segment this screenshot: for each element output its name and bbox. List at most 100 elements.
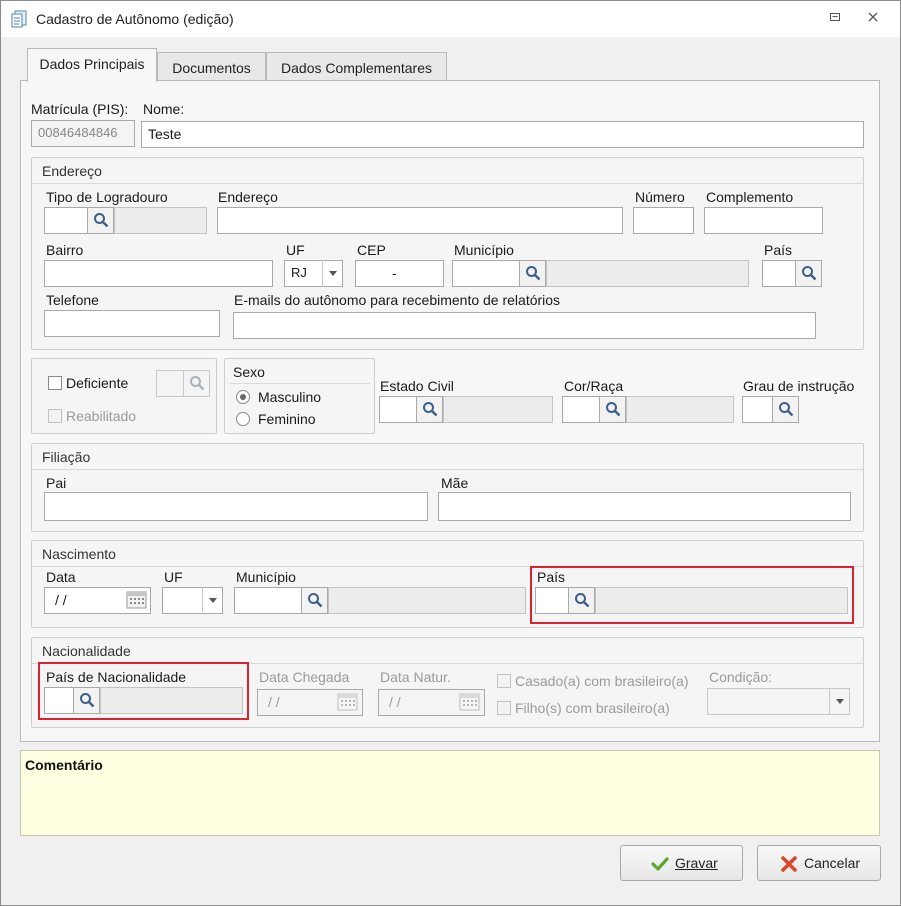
feminino-radio[interactable] [236, 412, 250, 426]
telefone-input[interactable] [44, 310, 220, 337]
pais-code-input[interactable] [762, 260, 796, 287]
cor-raca-code-input[interactable] [562, 396, 600, 423]
tab-documentos[interactable]: Documentos [157, 52, 266, 82]
search-icon [308, 593, 323, 608]
mae-label: Mãe [441, 475, 469, 491]
casado-brasileiro-checkbox[interactable] [497, 674, 511, 688]
gravar-button[interactable]: Gravar [620, 845, 743, 881]
grau-instrucao-code-input[interactable] [742, 396, 773, 423]
telefone-label: Telefone [46, 292, 99, 308]
tipo-logradouro-lookup-button[interactable] [87, 207, 114, 234]
nascimento-municipio-label: Município [236, 569, 296, 585]
feminino-label: Feminino [258, 411, 316, 427]
tipo-logradouro-code-input[interactable] [44, 207, 88, 234]
comment-area[interactable]: Comentário [20, 750, 880, 836]
filhos-brasileiro-checkbox[interactable] [497, 701, 511, 715]
data-chegada-label: Data Chegada [259, 669, 350, 685]
nascimento-municipio-code-input[interactable] [234, 587, 302, 614]
uf-label: UF [286, 242, 305, 258]
nascimento-pais-lookup-button[interactable] [568, 587, 595, 614]
search-icon [80, 693, 95, 708]
calendar-icon[interactable] [337, 692, 359, 712]
nome-label: Nome: [143, 101, 185, 117]
bairro-label: Bairro [46, 242, 84, 258]
mae-input[interactable] [438, 492, 851, 521]
pais-lookup-button[interactable] [795, 260, 822, 287]
grau-instrucao-label: Grau de instrução [743, 378, 855, 394]
cancelar-label: Cancelar [804, 855, 861, 871]
reabilitado-label: Reabilitado [66, 408, 137, 424]
deficiencia-lookup-button[interactable] [183, 370, 210, 397]
search-icon [423, 402, 438, 417]
cep-input[interactable]: - [355, 260, 444, 287]
close-button[interactable] [865, 11, 881, 27]
condicao-dropdown-arrow-icon[interactable] [829, 688, 849, 715]
filiacao-group-title: Filiação [32, 444, 863, 470]
matricula-field[interactable]: 00846484846 [31, 120, 135, 147]
restore-button[interactable] [827, 11, 843, 27]
uf-selected-value: RJ [291, 265, 307, 280]
endereco-input[interactable] [217, 207, 623, 234]
cep-label: CEP [357, 242, 386, 258]
search-icon [606, 402, 621, 417]
data-natur-label: Data Natur. [380, 669, 451, 685]
nascimento-pais-label: País [537, 569, 566, 585]
nascimento-uf-label: UF [164, 569, 183, 585]
filhos-brasileiro-label: Filho(s) com brasileiro(a) [515, 700, 670, 716]
emails-label: E-mails do autônomo para recebimento de … [234, 292, 561, 308]
cor-raca-desc-field [626, 396, 734, 423]
search-icon [94, 213, 109, 228]
app-document-icon [11, 10, 27, 28]
deficiente-checkbox[interactable] [48, 376, 62, 390]
tipo-logradouro-label: Tipo de Logradouro [46, 189, 168, 205]
grau-instrucao-lookup-button[interactable] [772, 396, 799, 423]
nome-input[interactable]: Teste [141, 121, 864, 148]
municipio-code-input[interactable] [452, 260, 520, 287]
cancelar-button[interactable]: Cancelar [757, 845, 881, 881]
estado-civil-label: Estado Civil [380, 378, 454, 394]
tab-dados-principais[interactable]: Dados Principais [27, 48, 157, 82]
pais-label: País [764, 242, 793, 258]
estado-civil-lookup-button[interactable] [416, 396, 443, 423]
cor-raca-label: Cor/Raça [564, 378, 624, 394]
pais-nacionalidade-lookup-button[interactable] [73, 687, 100, 714]
nascimento-uf-dropdown-arrow-icon[interactable] [202, 587, 222, 614]
reabilitado-checkbox[interactable] [48, 409, 62, 423]
nascimento-data-label: Data [46, 569, 76, 585]
masculino-radio[interactable] [236, 390, 250, 404]
search-icon [779, 402, 794, 417]
calendar-icon[interactable] [126, 590, 148, 610]
uf-dropdown-arrow-icon[interactable] [322, 260, 342, 287]
tipo-logradouro-desc-field [114, 207, 207, 234]
casado-brasileiro-label: Casado(a) com brasileiro(a) [515, 673, 689, 689]
title-bar: Cadastro de Autônomo (edição) [1, 1, 900, 37]
pais-nacionalidade-label: País de Nacionalidade [46, 669, 187, 685]
pai-input[interactable] [44, 492, 428, 521]
search-icon [802, 266, 817, 281]
deficiencia-code-input[interactable] [156, 370, 184, 397]
complemento-input[interactable] [704, 207, 823, 234]
masculino-label: Masculino [258, 389, 322, 405]
gravar-label: Gravar [675, 855, 718, 871]
tab-dados-complementares[interactable]: Dados Complementares [266, 52, 447, 82]
municipio-lookup-button[interactable] [519, 260, 546, 287]
numero-input[interactable] [633, 207, 694, 234]
pais-nacionalidade-code-input[interactable] [44, 687, 74, 714]
nascimento-municipio-lookup-button[interactable] [301, 587, 328, 614]
calendar-icon[interactable] [459, 692, 481, 712]
checkmark-icon [651, 857, 669, 871]
nacionalidade-group-title: Nacionalidade [32, 638, 863, 664]
bairro-input[interactable] [44, 260, 273, 287]
estado-civil-code-input[interactable] [379, 396, 417, 423]
search-icon [526, 266, 541, 281]
sexo-group-title: Sexo [233, 364, 265, 380]
restore-icon [830, 13, 840, 21]
cor-raca-lookup-button[interactable] [599, 396, 626, 423]
emails-input[interactable] [233, 312, 816, 339]
nascimento-pais-code-input[interactable] [535, 587, 569, 614]
search-icon [575, 593, 590, 608]
cancel-x-icon [781, 856, 797, 872]
pai-label: Pai [46, 475, 67, 491]
numero-label: Número [635, 189, 685, 205]
sexo-divider [230, 383, 370, 384]
